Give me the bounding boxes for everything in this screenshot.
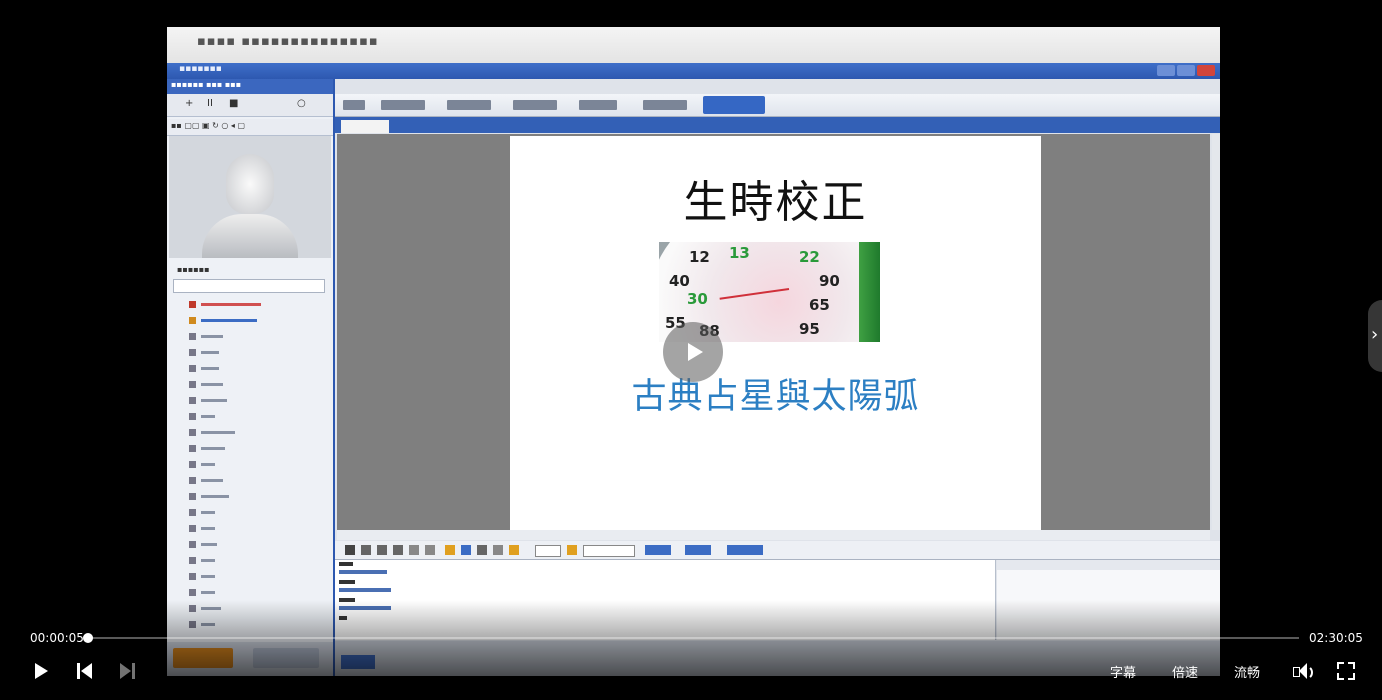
list-item: [173, 409, 323, 424]
skip-next-icon: [120, 663, 131, 679]
recorded-main-area: 生時校正 12 13 22 40 30 90 65 55 88 95 古典占星與…: [335, 79, 1220, 676]
list-item: [173, 553, 323, 568]
list-item: [173, 345, 323, 360]
volume-button[interactable]: [1292, 661, 1314, 681]
list-item: [173, 489, 323, 504]
play-button[interactable]: [32, 661, 50, 681]
list-item: [173, 441, 323, 456]
avatar: [169, 136, 331, 258]
recorded-room-bar: ▪▪▪▪▪▪ ▪▪▪ ▪▪▪: [167, 79, 333, 94]
list-item: [173, 521, 323, 536]
list-item: [173, 329, 323, 344]
avatar-body-icon: [202, 214, 298, 258]
fullscreen-button[interactable]: [1337, 662, 1355, 680]
slide-subtitle: 古典占星與太陽弧: [631, 377, 920, 417]
quality-button[interactable]: 流畅: [1234, 662, 1260, 681]
recorded-scrollbar-horizontal: [337, 530, 1210, 540]
recorded-search-field: [173, 279, 325, 293]
total-time: 02:30:05: [1309, 631, 1363, 645]
slide-title: 生時校正: [683, 177, 868, 228]
list-item: [173, 457, 323, 472]
current-time: 00:00:05: [30, 631, 84, 645]
controls-gradient: [0, 600, 1382, 700]
play-icon: [35, 663, 48, 679]
recorded-whiteboard: 生時校正 12 13 22 40 30 90 65 55 88 95 古典占星與…: [337, 134, 1210, 530]
list-item: [173, 297, 323, 312]
progress-bar[interactable]: [88, 637, 1299, 639]
list-item: [173, 377, 323, 392]
recorded-left-panel: ▪▪▪▪▪▪ ▪▪▪ ▪▪▪ + II ■ ○ ▪▪ ▢▢ ▣ ↻ ○ ◂ ▢ ▪▪▪…: [167, 79, 335, 676]
close-icon: [1197, 65, 1215, 76]
list-item: [173, 569, 323, 584]
progress-thumb[interactable]: [83, 633, 93, 643]
recorded-media-controls: + II ■ ○: [167, 94, 333, 117]
list-item: [173, 313, 323, 328]
minimize-icon: [1157, 65, 1175, 76]
speed-button[interactable]: 倍速: [1172, 662, 1198, 681]
recorded-tab-strip: [335, 117, 1220, 133]
recording-title-blurred: ▪▪▪▪ ▪▪▪▪▪▪▪▪▪▪▪▪▪▪: [197, 34, 379, 49]
subtitle-button[interactable]: 字幕: [1110, 662, 1136, 681]
recorded-toolbar: [335, 94, 1220, 117]
fullscreen-icon: [1348, 673, 1355, 680]
recording-title-bar: ▪▪▪▪ ▪▪▪▪▪▪▪▪▪▪▪▪▪▪: [167, 27, 1220, 63]
maximize-icon: [1177, 65, 1195, 76]
presentation-slide: 生時校正 12 13 22 40 30 90 65 55 88 95 古典占星與…: [510, 136, 1041, 530]
recorded-drawing-tools: [335, 541, 1220, 560]
avatar-head-icon: [226, 154, 274, 214]
list-item: [173, 585, 323, 600]
recorded-tab: [341, 120, 389, 133]
recorded-video-tools: ▪▪ ▢▢ ▣ ↻ ○ ◂ ▢: [167, 119, 333, 136]
online-users-label-blurred: ▪▪▪▪▪▪: [177, 265, 210, 274]
list-item: [173, 393, 323, 408]
recorded-app-titlebar: ▪▪▪▪▪▪▪: [167, 63, 1220, 79]
center-play-button[interactable]: [663, 322, 723, 382]
previous-button[interactable]: [76, 662, 94, 680]
list-item: [173, 537, 323, 552]
list-item: [173, 473, 323, 488]
list-item: [173, 361, 323, 376]
list-item: [173, 505, 323, 520]
list-item: [173, 425, 323, 440]
chevron-right-icon: ›: [1371, 324, 1379, 345]
play-icon: [688, 343, 703, 361]
next-button[interactable]: [119, 662, 137, 680]
next-panel-button[interactable]: ›: [1368, 300, 1382, 372]
recorded-scrollbar: [1212, 134, 1220, 530]
skip-previous-icon: [81, 663, 92, 679]
recorded-active-tool: [703, 96, 765, 114]
recorded-app-name-blurred: ▪▪▪▪▪▪▪: [179, 64, 222, 74]
